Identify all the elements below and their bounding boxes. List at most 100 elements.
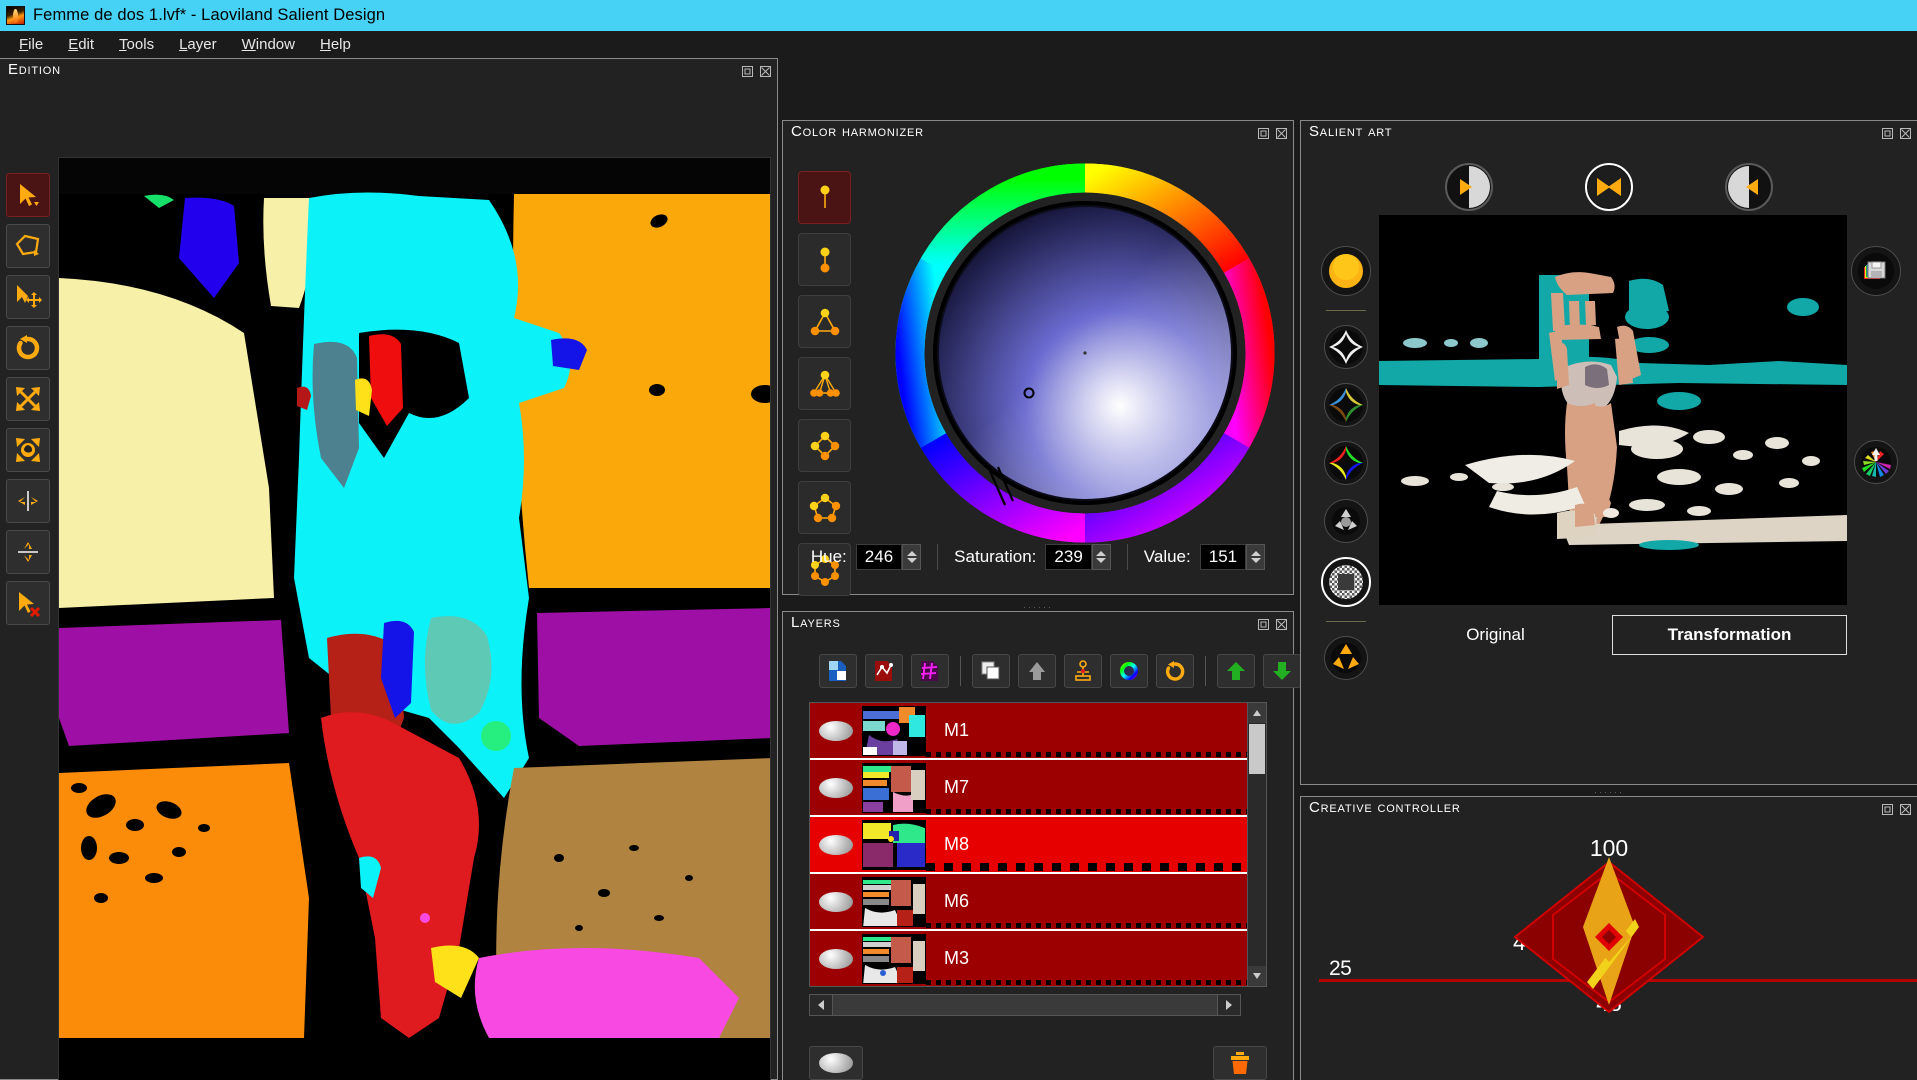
scroll-up-icon[interactable] (1248, 703, 1266, 723)
polygon-lasso-tool[interactable] (6, 224, 50, 268)
square-scheme[interactable] (798, 419, 851, 472)
new-layer-button[interactable] (819, 654, 857, 688)
hue-stepper[interactable] (902, 544, 922, 570)
layer-progress-dashes (926, 923, 1266, 928)
scrollbar-thumb[interactable] (1249, 724, 1265, 774)
creative-radar-chart[interactable]: 100 40 0 48 25 (1301, 827, 1917, 1080)
monochrome-scheme[interactable] (798, 171, 851, 224)
radar-shape-svg (1513, 857, 1705, 1014)
layer-visibility-icon[interactable] (810, 777, 862, 798)
layer-visibility-icon[interactable] (810, 834, 862, 855)
menu-file[interactable]: File (10, 34, 52, 55)
table-row[interactable]: M1 (810, 703, 1266, 760)
move-layer-down-button[interactable] (1263, 654, 1301, 688)
view-both-split[interactable] (1585, 163, 1633, 211)
colorize-layer-button[interactable] (1110, 654, 1148, 688)
saturation-stepper[interactable] (1091, 544, 1111, 570)
menu-help[interactable]: Help (311, 34, 360, 55)
layer-list[interactable]: M1 M7 M8 M6 M3 (809, 702, 1267, 987)
value-stepper[interactable] (1246, 544, 1266, 570)
menu-tools-rest: ools (126, 36, 155, 53)
scroll-down-icon[interactable] (1248, 966, 1266, 986)
delete-layer-button[interactable] (1213, 1046, 1267, 1080)
menu-layer[interactable]: Layer (170, 34, 226, 55)
table-row[interactable]: M6 (810, 874, 1266, 931)
layer-thumbnail (862, 819, 926, 870)
menu-file-rest: ile (28, 36, 44, 53)
close-icon[interactable] (1275, 127, 1288, 140)
saturation-spinner[interactable]: 239 (1045, 544, 1111, 570)
saturation-value[interactable]: 239 (1045, 544, 1092, 570)
reset-layer-button[interactable] (1156, 654, 1194, 688)
toggle-visibility-button[interactable] (809, 1046, 863, 1080)
layer-list-vertical-scrollbar[interactable] (1247, 702, 1267, 987)
move-tool[interactable] (6, 275, 50, 319)
checkerboard-transparency-icon[interactable] (1321, 557, 1371, 607)
hue-spinner[interactable]: 246 (855, 544, 922, 570)
layer-visibility-icon[interactable] (810, 720, 862, 741)
close-icon[interactable] (1275, 618, 1288, 631)
close-icon[interactable] (1899, 127, 1912, 140)
scale-tool[interactable] (6, 377, 50, 421)
copy-layer-button[interactable] (972, 654, 1010, 688)
scroll-left-icon[interactable] (810, 995, 832, 1015)
grayscale-star-icon[interactable] (1324, 325, 1368, 369)
tab-transformation[interactable]: Transformation (1612, 615, 1847, 655)
value-spinner[interactable]: 151 (1199, 544, 1266, 570)
mask-layer-button[interactable] (911, 654, 949, 688)
table-row[interactable]: M3 (810, 931, 1266, 986)
close-icon[interactable] (759, 65, 772, 78)
view-left-split[interactable] (1445, 163, 1493, 211)
select-tool[interactable] (6, 173, 50, 217)
table-row[interactable]: M8 (810, 817, 1266, 874)
menu-edit[interactable]: Edit (59, 34, 103, 55)
recycle-orange-icon[interactable] (1324, 636, 1368, 680)
tetrad-fan-scheme[interactable] (798, 357, 851, 410)
float-icon[interactable] (741, 65, 754, 78)
muted-palette-star-icon[interactable] (1324, 383, 1368, 427)
recycle-gray-icon[interactable] (1324, 499, 1368, 543)
view-right-split[interactable] (1725, 163, 1773, 211)
merge-layers-button[interactable] (1018, 654, 1056, 688)
flip-vertical-tool[interactable] (6, 530, 50, 574)
layer-visibility-icon[interactable] (810, 891, 862, 912)
distort-tool[interactable] (6, 428, 50, 472)
menu-window[interactable]: Window (233, 34, 304, 55)
delete-selection-tool[interactable] (6, 581, 50, 625)
anchor-layer-button[interactable] (1064, 654, 1102, 688)
move-layer-up-button[interactable] (1217, 654, 1255, 688)
float-icon[interactable] (1257, 618, 1270, 631)
panel-resize-grip[interactable]: ······ (783, 602, 1293, 612)
table-row[interactable]: M7 (810, 760, 1266, 817)
scrollbar-track[interactable] (832, 995, 1218, 1015)
value-value[interactable]: 151 (1199, 544, 1247, 570)
duplicate-layer-button[interactable] (865, 654, 903, 688)
rotate-tool[interactable] (6, 326, 50, 370)
float-icon[interactable] (1257, 127, 1270, 140)
edition-canvas[interactable] (58, 157, 771, 1080)
menu-edit-rest: dit (78, 36, 95, 53)
complementary-scheme[interactable] (798, 233, 851, 286)
layer-thumbnail (862, 933, 926, 984)
close-icon[interactable] (1899, 803, 1912, 816)
panel-resize-grip[interactable]: ······ (1301, 787, 1917, 797)
creative-panel-header: Creative controller (1301, 797, 1917, 825)
float-icon[interactable] (1881, 127, 1894, 140)
menu-tools[interactable]: Tools (110, 34, 163, 55)
salient-preview-image[interactable] (1379, 215, 1847, 605)
layer-visibility-icon[interactable] (810, 948, 862, 969)
scroll-right-icon[interactable] (1218, 995, 1240, 1015)
color-fan-picker-icon[interactable] (1854, 440, 1898, 484)
hue-value[interactable]: 246 (855, 544, 903, 570)
luminance-orb-icon[interactable] (1321, 246, 1371, 296)
pentad-scheme[interactable] (798, 481, 851, 534)
vivid-palette-star-icon[interactable] (1324, 441, 1368, 485)
color-wheel[interactable] (895, 163, 1275, 543)
layer-thumbnail (862, 876, 926, 927)
flip-horizontal-tool[interactable] (6, 479, 50, 523)
float-icon[interactable] (1881, 803, 1894, 816)
save-image-icon[interactable] (1851, 246, 1901, 296)
tab-original[interactable]: Original (1379, 615, 1612, 655)
triad-scheme[interactable] (798, 295, 851, 348)
layer-list-horizontal-scrollbar[interactable] (809, 994, 1241, 1016)
